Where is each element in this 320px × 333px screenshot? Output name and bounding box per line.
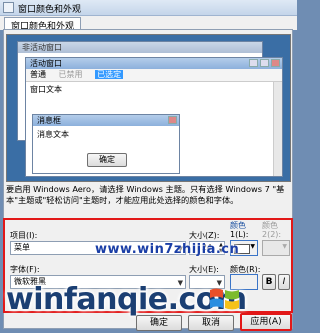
item-label: 项目(I): — [10, 231, 38, 240]
menu-disabled[interactable]: 已禁用 — [59, 70, 83, 79]
msgbox-text[interactable]: 消息文本 — [33, 126, 179, 143]
size-label: 大小(Z): — [189, 231, 220, 240]
cancel-button[interactable]: 取消 — [188, 315, 234, 331]
apply-button[interactable]: 应用(A) — [240, 313, 292, 331]
ok-button[interactable]: 确定 — [136, 315, 182, 331]
inactive-window-title[interactable]: 非活动窗口 — [18, 42, 262, 53]
item-dropdown-value: 菜单 — [14, 243, 30, 252]
window-title: 窗口颜色和外观 — [18, 5, 82, 15]
chevron-down-icon: ▼ — [250, 243, 255, 250]
chevron-down-icon: ▼ — [282, 243, 287, 250]
window-icon — [3, 2, 14, 13]
msgbox-title[interactable]: 消息框 — [37, 116, 61, 125]
preview-scrollbar[interactable] — [273, 82, 282, 176]
maximize-icon[interactable] — [260, 59, 269, 67]
title-bar: 窗口颜色和外观 — [0, 0, 297, 16]
msgbox-close-icon[interactable] — [168, 116, 177, 124]
preview-message-box[interactable]: 消息框 消息文本 确定 — [32, 114, 180, 174]
font-label: 字体(F): — [10, 265, 40, 274]
watermark-url: www.win7zhijia.cn — [95, 242, 240, 257]
preview-area[interactable]: 非活动窗口 活动窗口 普通 已禁用 已选定 窗口文本 消息框 消息文本 确定 — [6, 34, 291, 182]
close-icon[interactable] — [271, 59, 280, 67]
font-size-label: 大小(E): — [189, 265, 219, 274]
italic-button[interactable]: I — [278, 274, 290, 290]
windows-logo-icon — [210, 288, 239, 310]
description-text: 要启用 Windows Aero，请选择 Windows 主题。只有选择 Win… — [6, 184, 285, 205]
color1-label: 1(L): — [230, 230, 249, 239]
window-text[interactable]: 窗口文本 — [26, 82, 282, 97]
menu-normal[interactable]: 普通 — [30, 70, 46, 79]
color2-button[interactable]: ▼ — [262, 240, 290, 256]
menu-selected[interactable]: 已选定 — [95, 70, 124, 79]
msgbox-ok-button[interactable]: 确定 — [87, 153, 127, 167]
minimize-icon[interactable] — [249, 59, 258, 67]
preview-active-window[interactable]: 活动窗口 普通 已禁用 已选定 窗口文本 消息框 消息文本 确定 — [25, 57, 283, 177]
preview-menu-bar[interactable]: 普通 已禁用 已选定 — [26, 69, 282, 82]
active-window-title[interactable]: 活动窗口 — [30, 59, 62, 68]
bold-button[interactable]: B — [262, 274, 276, 290]
color2-label: 2(2): — [262, 230, 282, 239]
